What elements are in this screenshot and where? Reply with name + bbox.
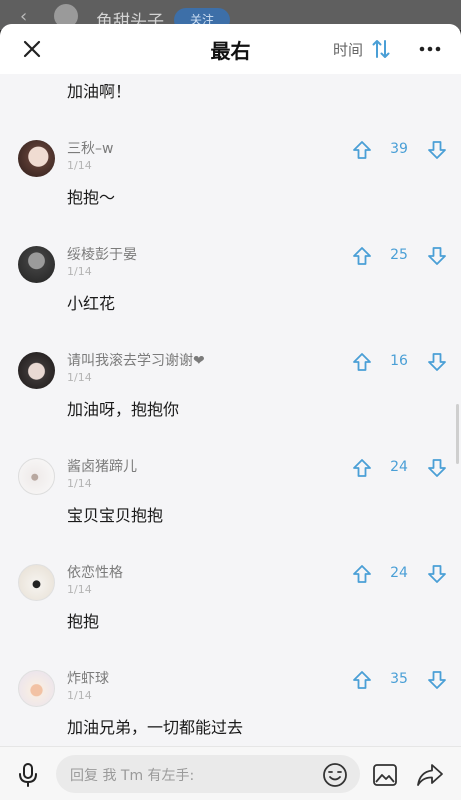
comment-body-partial: 加油啊！ — [67, 82, 132, 101]
downvote-icon[interactable] — [427, 246, 447, 266]
avatar[interactable] — [18, 564, 55, 601]
page-title: 最右 — [210, 39, 251, 63]
comment-username[interactable]: 炸虾球 — [67, 668, 109, 688]
upvote-icon[interactable] — [352, 352, 372, 372]
comment-item: 依恋性格 1/14 抱抱 24 — [0, 555, 461, 661]
sort-toggle-icon[interactable] — [372, 38, 390, 60]
comment-body[interactable]: 抱抱 — [67, 608, 99, 632]
comment-date: 1/14 — [67, 265, 92, 278]
sheet-header: 最右 时间 — [0, 24, 461, 74]
comment-item: 请叫我滚去学习谢谢❤ 1/14 加油呀，抱抱你 16 — [0, 343, 461, 449]
comment-body[interactable]: 抱抱～ — [67, 184, 115, 208]
sort-by-time-label[interactable]: 时间 — [333, 39, 363, 60]
upvote-icon[interactable] — [352, 670, 372, 690]
downvote-icon[interactable] — [427, 352, 447, 372]
emoji-icon[interactable] — [322, 762, 348, 788]
comment-username[interactable]: 依恋性格 — [67, 562, 123, 582]
comment-username[interactable]: 请叫我滚去学习谢谢❤ — [67, 350, 205, 370]
comment-item: 三秋–w 1/14 抱抱～ 39 — [0, 131, 461, 237]
downvote-icon[interactable] — [427, 458, 447, 478]
scrollbar[interactable] — [456, 404, 459, 464]
downvote-icon[interactable] — [427, 140, 447, 160]
comment-item: 绥棱彭于晏 1/14 小红花 25 — [0, 237, 461, 343]
image-icon[interactable] — [372, 763, 398, 787]
comment-date: 1/14 — [67, 477, 92, 490]
vote-count: 24 — [390, 459, 408, 475]
comment-body[interactable]: 加油兄弟，一切都能过去 — [67, 714, 243, 738]
share-icon[interactable] — [416, 762, 444, 788]
avatar[interactable] — [18, 458, 55, 495]
comment-username[interactable]: 三秋–w — [67, 138, 113, 158]
vote-count: 39 — [390, 141, 408, 157]
downvote-icon[interactable] — [427, 670, 447, 690]
avatar[interactable] — [18, 670, 55, 707]
reply-input[interactable]: 回复 我 Tm 有左手: — [56, 755, 360, 793]
reply-placeholder: 回复 我 Tm 有左手: — [70, 768, 195, 784]
upvote-icon[interactable] — [352, 140, 372, 160]
comment-item: 酱卤猪蹄儿 1/14 宝贝宝贝抱抱 24 — [0, 449, 461, 555]
comment-body[interactable]: 宝贝宝贝抱抱 — [67, 502, 163, 526]
reply-bar: 回复 我 Tm 有左手: — [0, 746, 461, 800]
upvote-icon[interactable] — [352, 246, 372, 266]
avatar[interactable] — [18, 140, 55, 177]
avatar[interactable] — [18, 246, 55, 283]
comment-date: 1/14 — [67, 583, 92, 596]
vote-count: 24 — [390, 565, 408, 581]
downvote-icon[interactable] — [427, 564, 447, 584]
vote-count: 16 — [390, 353, 408, 369]
comment-date: 1/14 — [67, 159, 92, 172]
upvote-icon[interactable] — [352, 564, 372, 584]
comment-username[interactable]: 酱卤猪蹄儿 — [67, 456, 137, 476]
vote-count: 35 — [390, 671, 408, 687]
comment-body[interactable]: 小红花 — [67, 290, 115, 314]
microphone-icon[interactable] — [16, 762, 40, 788]
upvote-icon[interactable] — [352, 458, 372, 478]
comment-date: 1/14 — [67, 371, 92, 384]
vote-count: 25 — [390, 247, 408, 263]
comment-username[interactable]: 绥棱彭于晏 — [67, 244, 137, 264]
comments-sheet: 最右 时间 加油啊！ 三秋–w 1/14 抱抱～ 39 绥棱彭于晏 1/14 小红花 25 请叫… — [0, 24, 461, 800]
avatar[interactable] — [18, 352, 55, 389]
more-options-icon[interactable] — [418, 38, 442, 60]
comment-body[interactable]: 加油呀，抱抱你 — [67, 396, 179, 420]
comment-date: 1/14 — [67, 689, 92, 702]
